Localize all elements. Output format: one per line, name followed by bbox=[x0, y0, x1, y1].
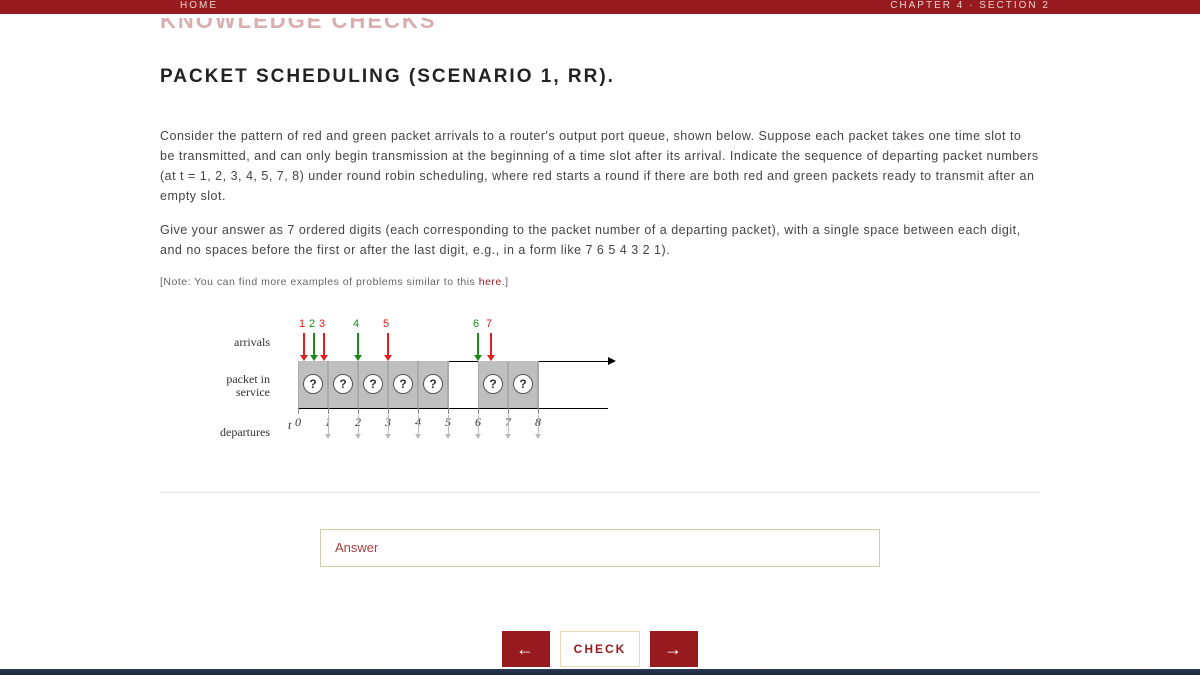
answer-input[interactable] bbox=[320, 529, 880, 567]
topbar: HOME CHAPTER 4 · SECTION 2 bbox=[0, 0, 1200, 14]
arrival-6: 6 bbox=[477, 333, 479, 357]
slot-5 bbox=[448, 361, 478, 408]
arrival-5: 5 bbox=[387, 333, 389, 357]
page-heading: KNOWLEDGE CHECKS bbox=[160, 18, 1040, 38]
nav-row: ← CHECK → bbox=[502, 631, 698, 667]
slot-4: ? bbox=[418, 361, 448, 408]
check-button[interactable]: CHECK bbox=[560, 631, 640, 667]
slot-8 bbox=[538, 361, 568, 408]
arrival-1: 1 bbox=[303, 333, 305, 357]
next-button[interactable]: → bbox=[650, 631, 698, 667]
breadcrumb: CHAPTER 4 · SECTION 2 bbox=[890, 0, 1050, 11]
footer-strip bbox=[0, 669, 1200, 675]
question-note: [Note: You can find more examples of pro… bbox=[160, 274, 1040, 291]
question-title: PACKET SCHEDULING (SCENARIO 1, RR). bbox=[160, 66, 1040, 88]
arrival-3: 3 bbox=[323, 333, 325, 357]
slot-2: ? bbox=[358, 361, 388, 408]
arrival-4: 4 bbox=[357, 333, 359, 357]
divider bbox=[160, 492, 1040, 493]
slot-7: ? bbox=[508, 361, 538, 408]
slot-3: ? bbox=[388, 361, 418, 408]
question-para1: Consider the pattern of red and green pa… bbox=[160, 126, 1040, 206]
label-departures: departures bbox=[180, 425, 270, 440]
slot-1: ? bbox=[328, 361, 358, 408]
tick-0: 0 bbox=[288, 415, 308, 430]
question-para2: Give your answer as 7 ordered digits (ea… bbox=[160, 220, 1040, 260]
question-text: Consider the pattern of red and green pa… bbox=[160, 126, 1040, 291]
arrival-7: 7 bbox=[490, 333, 492, 357]
slot-0: ? bbox=[298, 361, 328, 408]
note-link[interactable]: here bbox=[479, 276, 502, 288]
label-service: packet inservice bbox=[180, 373, 270, 399]
nav-home[interactable]: HOME bbox=[180, 0, 218, 11]
prev-button[interactable]: ← bbox=[502, 631, 550, 667]
scheduling-diagram: arrivalspacket inservicedeparturest?????… bbox=[190, 313, 1040, 468]
label-arrivals: arrivals bbox=[180, 335, 270, 350]
arrival-2: 2 bbox=[313, 333, 315, 357]
slot-6: ? bbox=[478, 361, 508, 408]
